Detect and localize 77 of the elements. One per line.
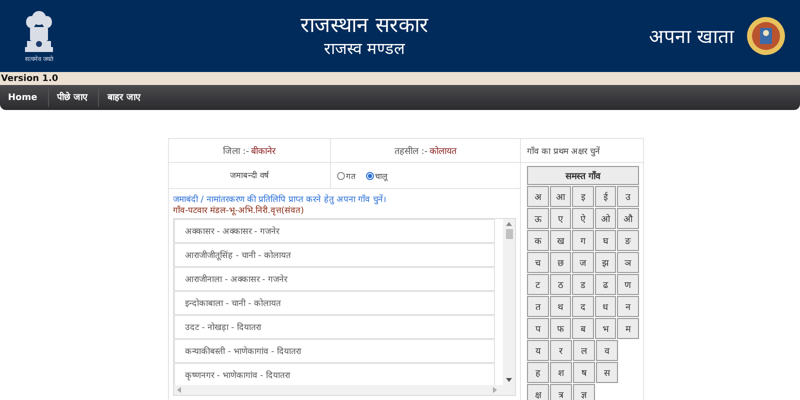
letter-button[interactable]: अ (527, 186, 549, 207)
letter-button[interactable]: ज्ञ (573, 384, 595, 400)
letter-button[interactable]: ञ (617, 252, 639, 273)
horizontal-scrollbar[interactable] (174, 385, 515, 395)
letter-button[interactable]: छ (550, 252, 572, 273)
letter-button[interactable]: ई (594, 186, 616, 207)
village-item[interactable]: इन्दोकाबाला - चानी - कोलायत (174, 291, 495, 315)
letter-button[interactable]: प (527, 318, 549, 339)
site-subtitle: राजस्व मण्डल (324, 38, 406, 60)
letter-button[interactable]: इ (572, 186, 594, 207)
letter-button[interactable]: ढ (594, 274, 616, 295)
letter-button[interactable]: ए (550, 208, 572, 229)
letter-button[interactable]: ह (527, 362, 549, 383)
letter-prompt: गाँव का प्रथम अक्षर चुनें (521, 139, 644, 163)
letter-button[interactable]: न (617, 296, 639, 317)
year-radio[interactable]: चालू (366, 170, 387, 181)
letter-button[interactable]: आ (550, 186, 572, 207)
scroll-thumb[interactable] (506, 229, 512, 239)
scroll-down-icon[interactable] (506, 378, 512, 382)
letter-button[interactable]: त (527, 296, 549, 317)
letter-button[interactable]: ऊ (527, 208, 549, 229)
table-cell: तहसील :- कोलायत (331, 139, 521, 163)
letter-button[interactable]: ख (550, 230, 572, 251)
letter-button[interactable]: ण (617, 274, 639, 295)
letter-button[interactable]: य (527, 340, 549, 361)
letter-button[interactable]: उ (617, 186, 639, 207)
scroll-left-icon[interactable] (177, 387, 181, 393)
village-item[interactable]: अक्कासर - अक्कासर - गजनेर (174, 219, 495, 243)
nav-link[interactable]: बाहर जाए (99, 88, 152, 106)
letter-button[interactable]: ओ (594, 208, 616, 229)
vertical-scrollbar[interactable] (503, 219, 515, 385)
year-label: जमाबन्दी वर्ष (169, 163, 331, 189)
letter-button[interactable]: त्र (550, 384, 572, 400)
letter-button[interactable]: म (617, 318, 639, 339)
table-cell: जिला :- बीकानेर (169, 139, 331, 163)
all-villages-button[interactable]: समस्त गाँव (527, 166, 639, 185)
letter-button[interactable]: क्ष (527, 384, 549, 400)
scroll-right-icon[interactable] (493, 387, 497, 393)
letter-button[interactable]: ट (527, 274, 549, 295)
app-name: अपना खाता (648, 25, 734, 49)
letter-button[interactable]: फ (550, 318, 572, 339)
letter-button[interactable]: थ (550, 296, 572, 317)
emblem-icon (22, 9, 56, 53)
letter-button[interactable]: भ (594, 318, 616, 339)
year-radio[interactable]: गत (337, 170, 356, 181)
nav-link[interactable]: पीछे जाए (49, 88, 100, 106)
letter-button[interactable]: क (527, 230, 549, 251)
list-heading: गाँव-पटवार मंडल-भू-अभि.निरी.वृत्त(संवत) (173, 206, 305, 217)
letter-button[interactable]: औ (617, 208, 639, 229)
nav-link[interactable]: Home (0, 88, 50, 106)
letter-button[interactable]: ब (572, 318, 594, 339)
site-title: राजस्थान सरकार (300, 12, 428, 38)
scroll-up-icon[interactable] (506, 222, 512, 226)
letter-button[interactable]: र (550, 340, 572, 361)
seal-icon (746, 16, 786, 56)
village-item[interactable]: उदट - नोखड़ा - दियातरा (174, 315, 495, 339)
village-item[interactable]: कन्याकीबस्ती - भाणेकागांव - दियातरा (174, 339, 495, 363)
letter-button[interactable]: ग (572, 230, 594, 251)
letter-button[interactable]: झ (594, 252, 616, 273)
letter-button[interactable]: ठ (550, 274, 572, 295)
version-label: Version 1.0 (0, 74, 58, 84)
letter-button[interactable]: ङ (617, 230, 639, 251)
letter-button[interactable]: ल (573, 340, 595, 361)
village-item[interactable]: आराजीनाला - अक्कासर - गजनेर (174, 267, 495, 291)
letter-button[interactable]: ष (573, 362, 595, 383)
letter-button[interactable]: व (596, 340, 618, 361)
letter-button[interactable]: ध (594, 296, 616, 317)
letter-button[interactable]: ड (572, 274, 594, 295)
letter-button[interactable]: घ (594, 230, 616, 251)
village-item[interactable]: आराजीजीतूसिंह - चानी - कोलायत (174, 243, 495, 267)
letter-button[interactable]: च (527, 252, 549, 273)
letter-button[interactable]: ऐ (572, 208, 594, 229)
letter-button[interactable]: श (550, 362, 572, 383)
instruction-text: जमाबंदी / नामांतरकरण की प्रतिलिपि प्राप्त करने हेतु अपना गाँव चुनें। (173, 195, 387, 205)
letter-button[interactable]: ज (572, 252, 594, 273)
letter-button[interactable]: स (596, 362, 618, 383)
letter-button[interactable]: द (572, 296, 594, 317)
